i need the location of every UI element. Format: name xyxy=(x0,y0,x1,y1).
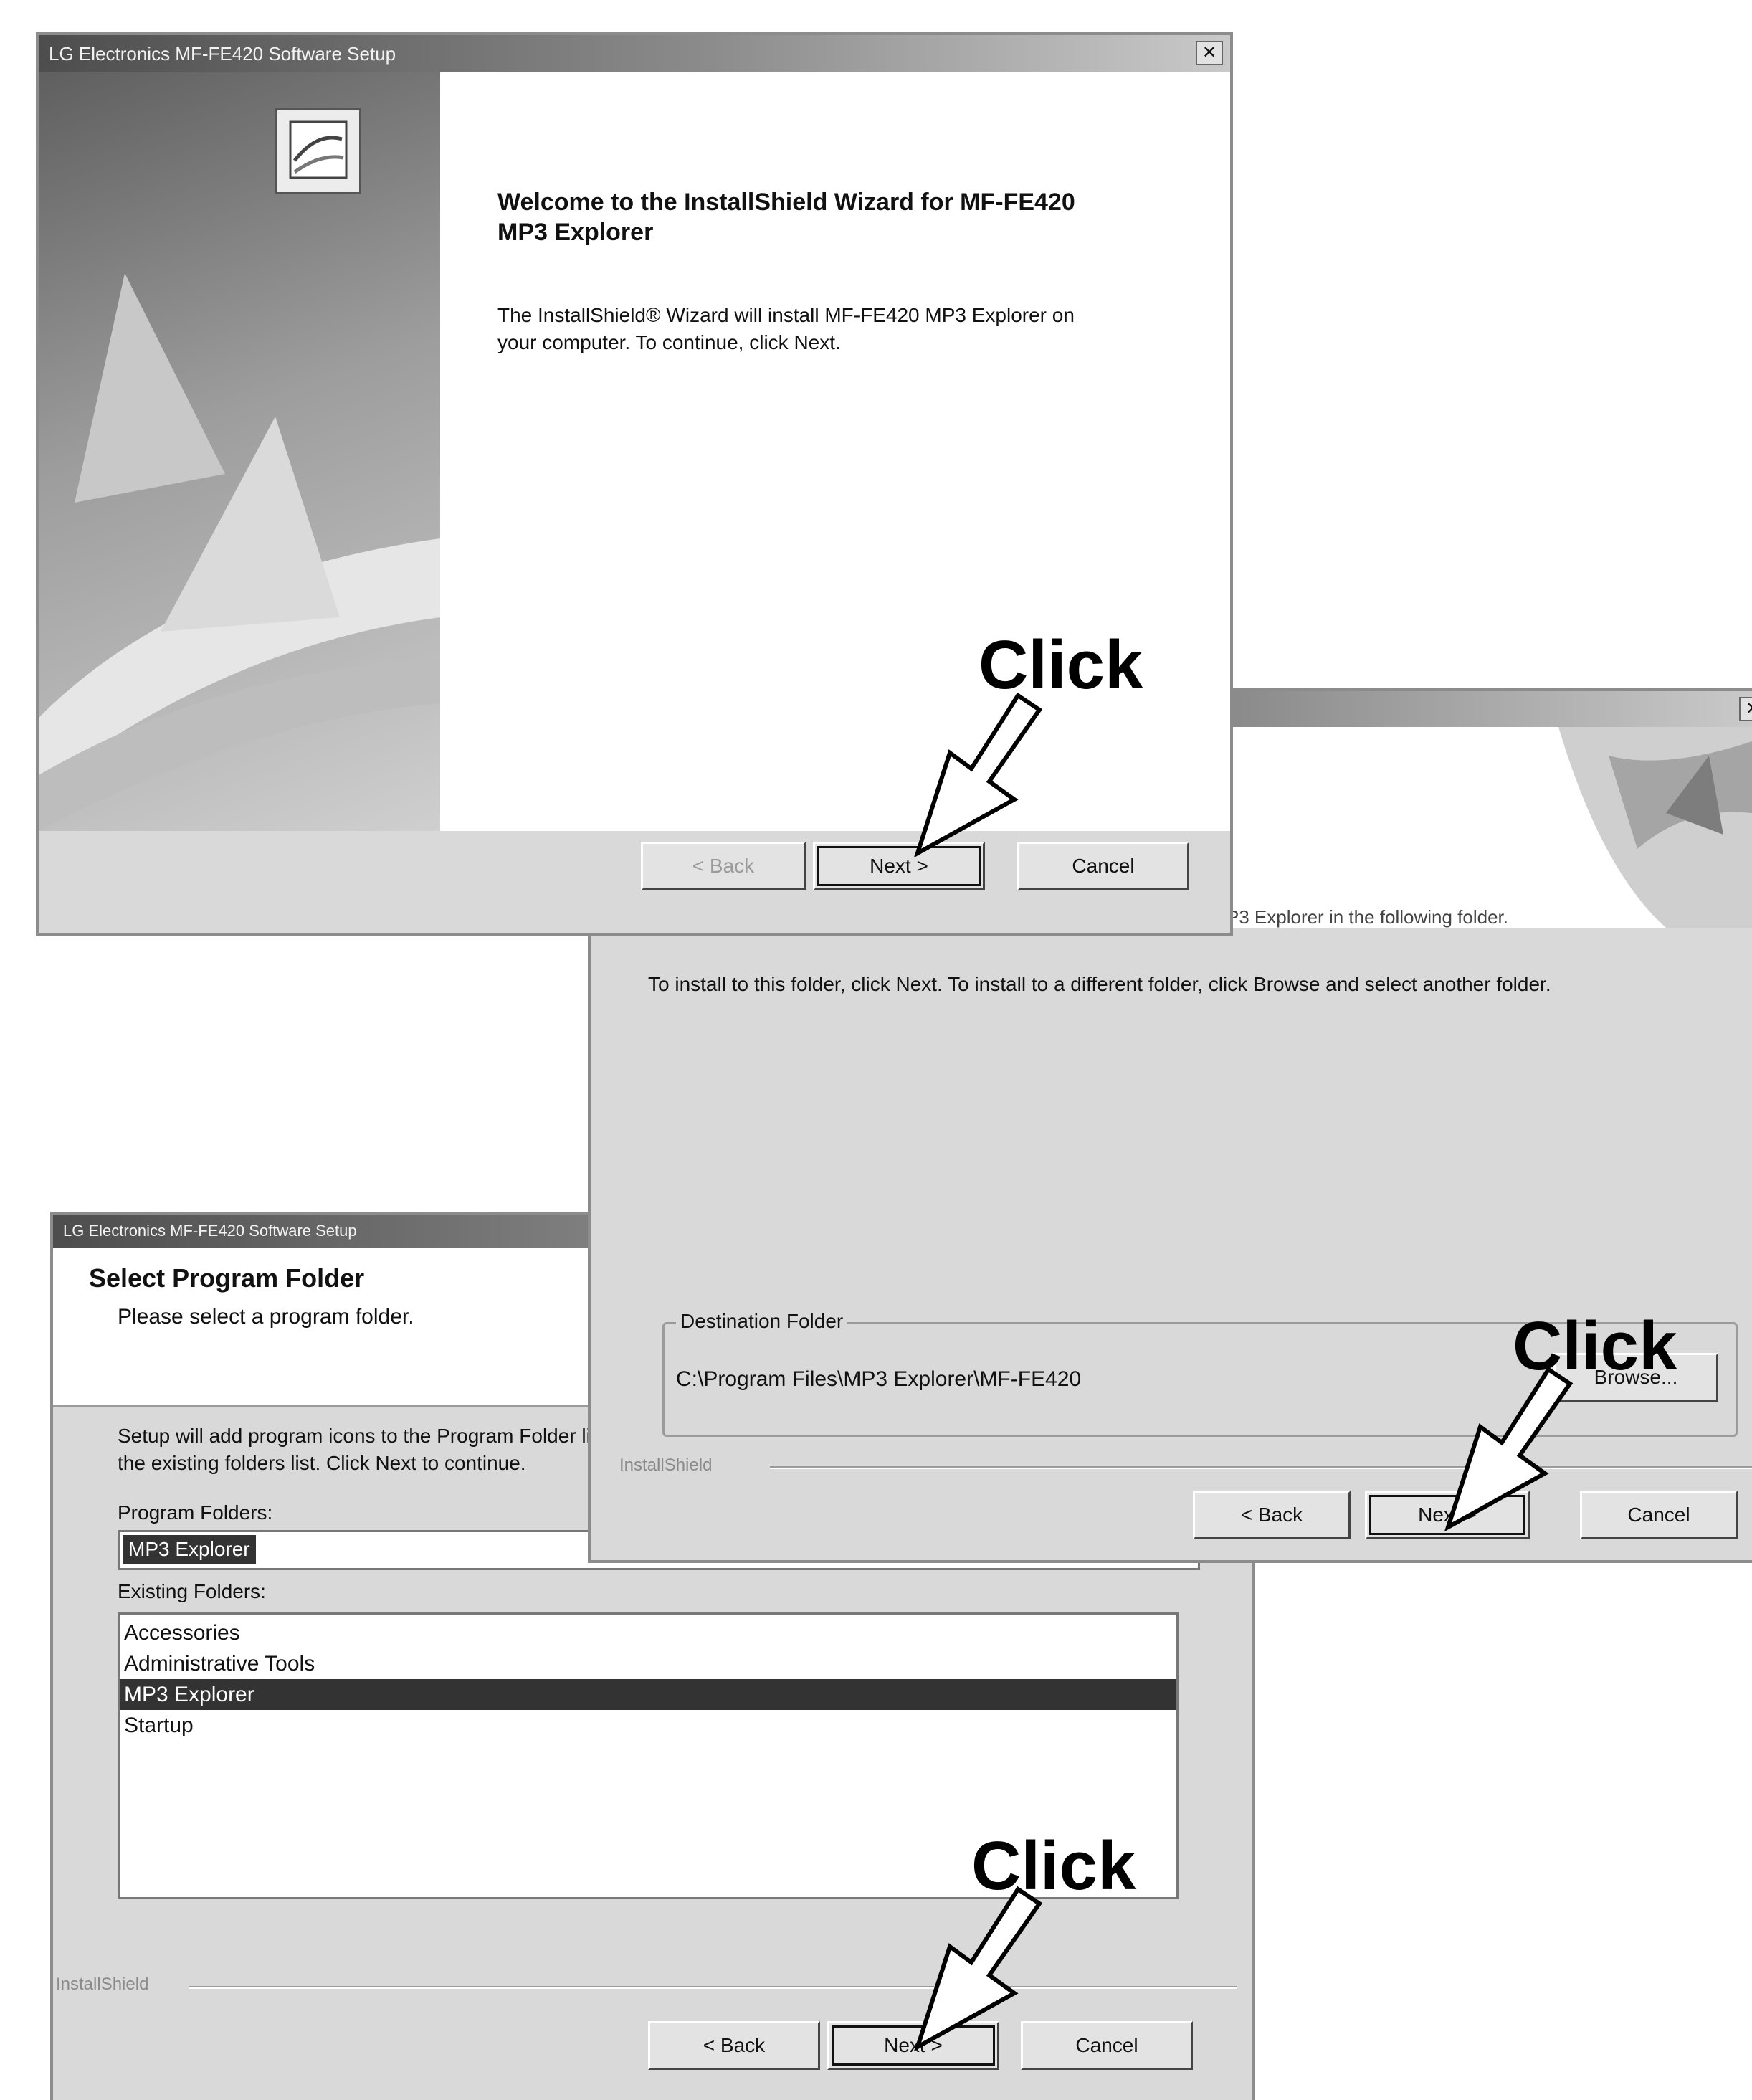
banner-graphic xyxy=(1558,727,1752,928)
footer-separator xyxy=(770,1466,1752,1469)
back-button: < Back xyxy=(641,842,806,890)
list-item[interactable]: Administrative Tools xyxy=(120,1648,1176,1679)
page-subheading: Please select a program folder. xyxy=(118,1305,414,1329)
pointer-arrow-icon xyxy=(1444,1366,1574,1532)
installshield-label: InstallShield xyxy=(619,1455,713,1475)
window-title: LG Electronics MF-FE420 Software Setup xyxy=(49,43,396,65)
list-item[interactable]: Accessories xyxy=(120,1617,1176,1648)
close-icon[interactable]: ✕ xyxy=(1739,697,1752,721)
group-label: Destination Folder xyxy=(676,1310,848,1333)
pointer-arrow-icon xyxy=(913,692,1043,858)
cancel-button[interactable]: Cancel xyxy=(1580,1491,1738,1539)
page-heading: Select Program Folder xyxy=(89,1263,365,1293)
banner-graphic xyxy=(39,273,440,831)
window-title: LG Electronics MF-FE420 Software Setup xyxy=(63,1222,357,1240)
setup-icon xyxy=(275,108,361,194)
instruction-text: To install to this folder, click Next. T… xyxy=(648,973,1551,995)
close-icon[interactable]: ✕ xyxy=(1196,41,1223,65)
back-button[interactable]: < Back xyxy=(648,2021,820,2070)
list-item-selected[interactable]: MP3 Explorer xyxy=(120,1679,1176,1710)
installshield-label: InstallShield xyxy=(56,1975,149,1994)
footer-separator xyxy=(189,1986,1237,1989)
pointer-arrow-icon xyxy=(913,1886,1043,2052)
existing-folders-label: Existing Folders: xyxy=(118,1580,266,1602)
program-folder-label: Program Folders: xyxy=(118,1501,273,1524)
side-banner xyxy=(39,72,440,831)
back-button[interactable]: < Back xyxy=(1193,1491,1351,1539)
welcome-heading: Welcome to the InstallShield Wizard for … xyxy=(497,189,1075,246)
destination-path: C:\Program Files\MP3 Explorer\MF-FE420 xyxy=(676,1367,1082,1391)
list-item[interactable]: Startup xyxy=(120,1710,1176,1741)
welcome-body: The InstallShield® Wizard will install M… xyxy=(497,304,1075,353)
content-panel: Welcome to the InstallShield Wizard for … xyxy=(440,72,1230,831)
title-bar[interactable]: LG Electronics MF-FE420 Software Setup xyxy=(39,35,1230,72)
program-folder-value: MP3 Explorer xyxy=(123,1535,256,1564)
